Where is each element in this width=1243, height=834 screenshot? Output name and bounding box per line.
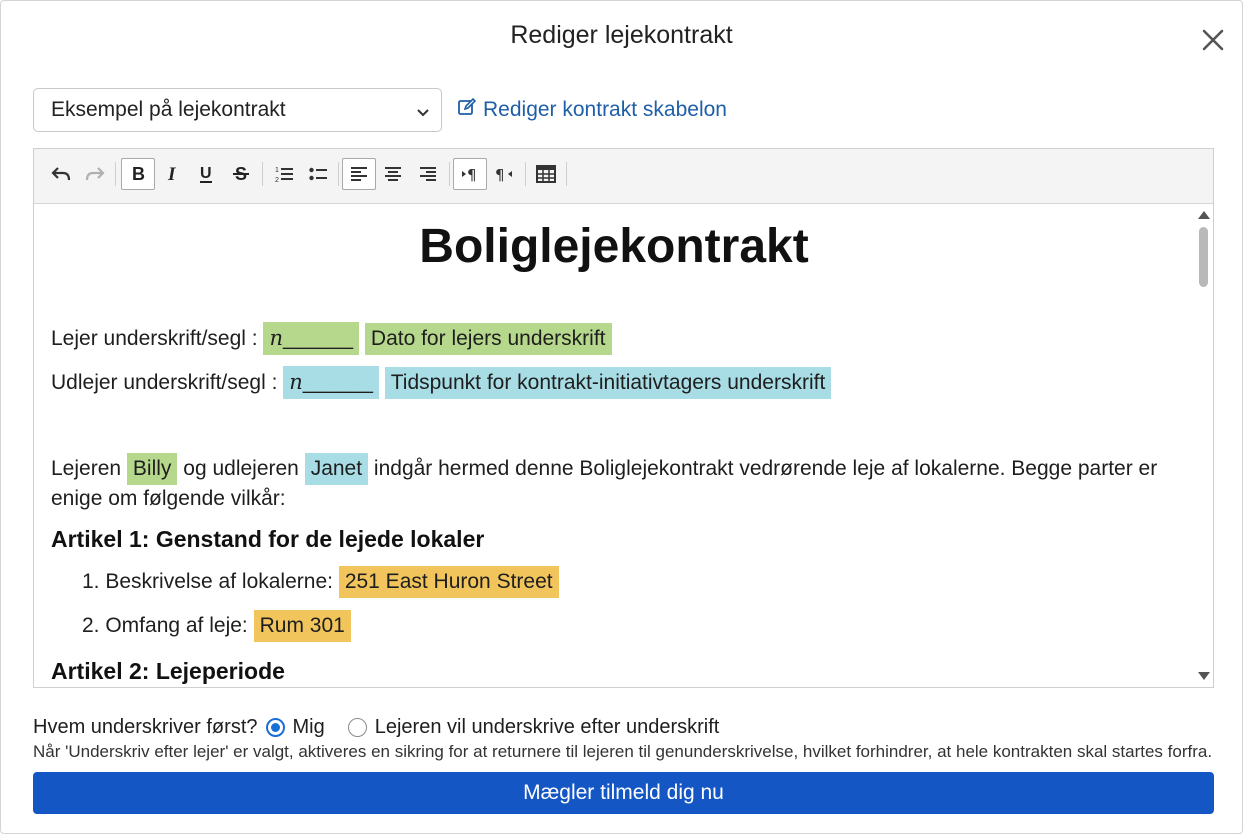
signing-order-note: Når 'Underskriv efter lejer' er valgt, a… xyxy=(33,742,1213,761)
align-right-icon[interactable] xyxy=(411,158,445,190)
redo-icon[interactable] xyxy=(78,158,112,190)
rtl-direction-icon[interactable]: ¶ xyxy=(487,158,521,190)
bullet-list-icon[interactable] xyxy=(301,158,335,190)
svg-text:¶: ¶ xyxy=(467,166,477,182)
tenant-signature-field[interactable]: n______ xyxy=(263,322,360,355)
close-icon[interactable] xyxy=(1196,23,1230,57)
chevron-down-icon xyxy=(415,102,431,118)
svg-text:I: I xyxy=(167,165,176,183)
list-item: 2. Omfang af leje: Rum 301 xyxy=(82,610,351,642)
tenant-signature-line: Lejer underskrift/segl : n______ Dato fo… xyxy=(51,322,612,355)
intro-paragraph: Lejeren Billy og udlejeren Janet indgår … xyxy=(51,453,1171,513)
editor-toolbar: B I U S 12 ¶ ¶ xyxy=(34,149,1213,204)
underline-icon[interactable]: U xyxy=(189,158,223,190)
scroll-up-icon[interactable] xyxy=(1198,211,1210,219)
signing-order: Hvem underskriver først? Mig Lejeren vil… xyxy=(33,716,719,739)
strikethrough-icon[interactable]: S xyxy=(224,158,258,190)
document-title: Boliglejekontrakt xyxy=(419,220,809,273)
tenant-signature-label: Lejer underskrift/segl : xyxy=(51,327,258,350)
edit-icon xyxy=(457,97,477,123)
landlord-signature-line: Udlejer underskrift/segl : n______ Tidsp… xyxy=(51,366,832,399)
signing-order-question: Hvem underskriver først? xyxy=(33,716,258,738)
premises-description-field[interactable]: 251 East Huron Street xyxy=(338,566,559,598)
template-select-value: Eksempel på lejekontrakt xyxy=(51,98,286,121)
edit-template-link[interactable]: Rediger kontrakt skabelon xyxy=(457,97,727,123)
bold-icon[interactable]: B xyxy=(121,158,155,190)
broker-signup-button[interactable]: Mægler tilmeld dig nu xyxy=(33,772,1214,814)
landlord-time-field[interactable]: Tidspunkt for kontrakt-initiativtagers u… xyxy=(384,367,832,399)
align-left-icon[interactable] xyxy=(342,158,376,190)
scroll-down-icon[interactable] xyxy=(1198,672,1210,680)
list-item: 1. Beskrivelse af lokalerne: 251 East Hu… xyxy=(82,566,559,598)
svg-text:U: U xyxy=(200,165,212,182)
signature-icon: n xyxy=(269,326,283,350)
svg-text:2: 2 xyxy=(275,177,279,183)
template-select[interactable]: Eksempel på lejekontrakt xyxy=(33,88,442,132)
landlord-name-field[interactable]: Janet xyxy=(304,453,369,485)
edit-contract-dialog: Rediger lejekontrakt Eksempel på lejekon… xyxy=(0,0,1243,834)
tenant-name-field[interactable]: Billy xyxy=(126,453,178,485)
radio-tenant-after[interactable] xyxy=(347,718,367,737)
radio-me-label[interactable]: Mig xyxy=(293,716,325,739)
rich-text-editor[interactable]: B I U S 12 ¶ ¶ Boliglejekontrakt Lejer u… xyxy=(33,148,1214,688)
article-1-heading: Artikel 1: Genstand for de lejede lokale… xyxy=(51,526,485,552)
landlord-signature-field[interactable]: n______ xyxy=(283,366,379,399)
edit-template-label: Rediger kontrakt skabelon xyxy=(483,98,727,121)
align-center-icon[interactable] xyxy=(376,158,410,190)
article-2-heading: Artikel 2: Lejeperiode xyxy=(51,658,285,684)
undo-icon[interactable] xyxy=(44,158,78,190)
radio-me[interactable] xyxy=(265,718,285,737)
svg-text:¶: ¶ xyxy=(495,166,505,182)
tenant-date-field[interactable]: Dato for lejers underskrift xyxy=(364,323,612,355)
svg-text:1: 1 xyxy=(275,167,279,174)
ltr-direction-icon[interactable]: ¶ xyxy=(453,158,487,190)
landlord-signature-label: Udlejer underskrift/segl : xyxy=(51,371,278,394)
ordered-list-icon[interactable]: 12 xyxy=(267,158,301,190)
radio-tenant-after-label[interactable]: Lejeren vil underskrive efter underskrif… xyxy=(375,716,720,739)
svg-text:B: B xyxy=(132,165,145,183)
document-body[interactable]: Boliglejekontrakt Lejer underskrift/segl… xyxy=(34,204,1194,687)
lease-scope-field[interactable]: Rum 301 xyxy=(253,610,351,642)
dialog-title: Rediger lejekontrakt xyxy=(510,21,733,49)
editor-scrollbar[interactable] xyxy=(1193,204,1213,687)
italic-icon[interactable]: I xyxy=(155,158,189,190)
table-icon[interactable] xyxy=(529,158,563,190)
signature-icon: n xyxy=(289,370,303,394)
scrollbar-thumb[interactable] xyxy=(1199,227,1208,287)
